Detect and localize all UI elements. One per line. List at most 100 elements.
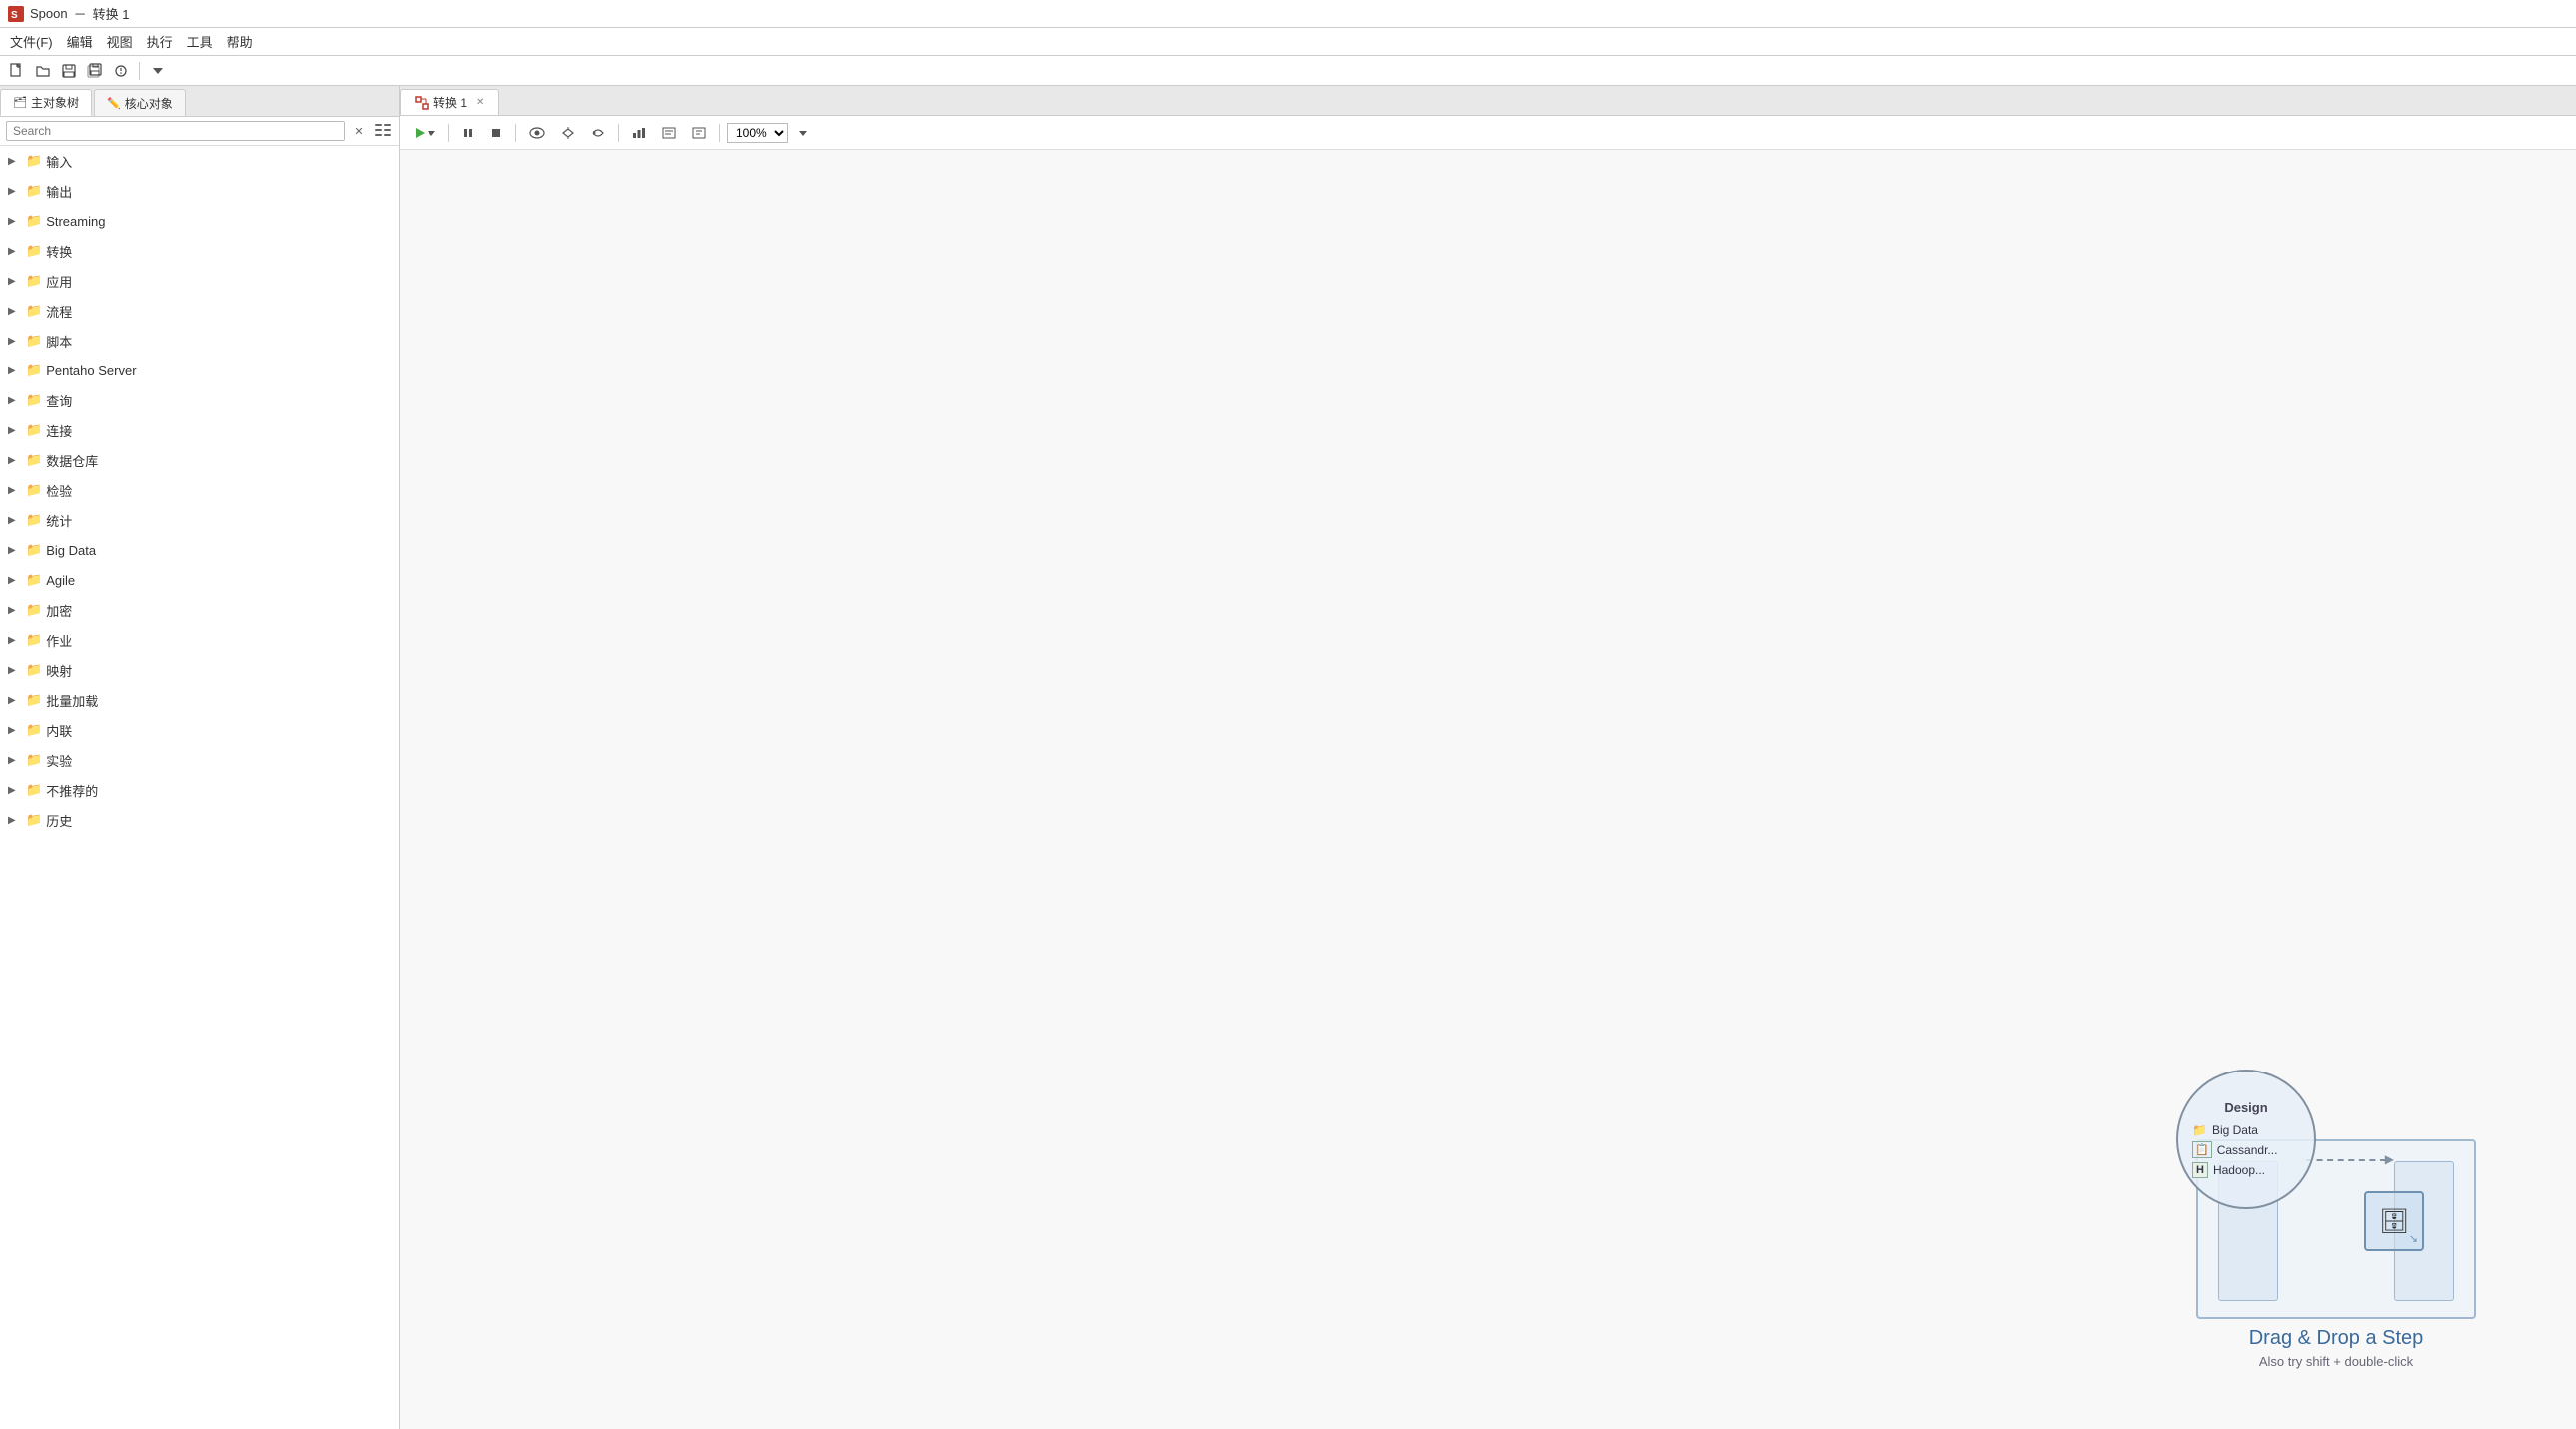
tree-arrow-job: ▶: [8, 635, 22, 646]
tree-label-output: 输出: [46, 182, 72, 201]
tree-item-query[interactable]: ▶ 📁 查询: [0, 385, 399, 415]
tree-item-inline[interactable]: ▶ 📁 内联: [0, 715, 399, 745]
canvas-run-btn[interactable]: [408, 122, 441, 144]
toolbar-extra[interactable]: [110, 60, 132, 82]
toolbar-save-all[interactable]: [84, 60, 106, 82]
canvas-stop-btn[interactable]: [484, 122, 508, 144]
main-layout: 🗂 主对象树 ✏️ 核心对象 ✕ ▶ 📁 输入 ▶ 📁: [0, 86, 2576, 1429]
tree-item-bulkload[interactable]: ▶ 📁 批量加载: [0, 685, 399, 715]
tree-item-transform[interactable]: ▶ 📁 转换: [0, 236, 399, 266]
canvas-preview-btn[interactable]: [523, 122, 551, 144]
folder-icon-experiment: 📁: [26, 752, 42, 768]
right-tab-bar: 转换 1 ✕: [400, 86, 2576, 116]
menu-help[interactable]: 帮助: [221, 30, 259, 53]
tree-item-streaming[interactable]: ▶ 📁 Streaming: [0, 206, 399, 236]
search-input[interactable]: [6, 121, 345, 141]
dnd-subtitle: Also try shift + double-click: [2176, 1354, 2496, 1369]
tree-item-input[interactable]: ▶ 📁 输入: [0, 146, 399, 176]
title-bar: S Spoon － 转换 1: [0, 0, 2576, 28]
tree-item-experiment[interactable]: ▶ 📁 实验: [0, 745, 399, 775]
tree-item-check[interactable]: ▶ 📁 检验: [0, 475, 399, 505]
tree-item-app[interactable]: ▶ 📁 应用: [0, 266, 399, 296]
tab-close-btn[interactable]: ✕: [476, 97, 484, 108]
canvas-replay-btn[interactable]: [585, 122, 611, 144]
tree-label-pentaho: Pentaho Server: [46, 363, 136, 378]
search-bar: ✕: [0, 117, 399, 146]
tree-label-experiment: 实验: [46, 751, 72, 770]
dnd-circle: Design 📁 Big Data 📋 Cassandr... H Hadoop…: [2176, 1070, 2316, 1209]
canvas-zoom-select[interactable]: 100% 75% 50% 125% 150%: [727, 123, 788, 143]
canvas-debug-btn[interactable]: [555, 122, 581, 144]
folder-icon-streaming: 📁: [26, 213, 42, 229]
menu-run[interactable]: 执行: [141, 30, 179, 53]
cassandra-icon: 📋: [2192, 1141, 2212, 1158]
tree-item-encrypt[interactable]: ▶ 📁 加密: [0, 595, 399, 625]
tree-label-deprecated: 不推荐的: [46, 781, 98, 800]
title-docname: 转换 1: [93, 4, 130, 23]
menu-view[interactable]: 视图: [101, 30, 139, 53]
toolbar-save[interactable]: [58, 60, 80, 82]
tree-item-mapping[interactable]: ▶ 📁 映射: [0, 655, 399, 685]
dnd-circle-item-bigdata: 📁 Big Data: [2192, 1123, 2300, 1137]
canvas-pause-btn[interactable]: [456, 122, 480, 144]
folder-icon-output: 📁: [26, 183, 42, 199]
canvas-export-btn[interactable]: [686, 122, 712, 144]
tree-item-history[interactable]: ▶ 📁 历史: [0, 805, 399, 835]
tree-arrow-connect: ▶: [8, 425, 22, 436]
menu-tools[interactable]: 工具: [181, 30, 219, 53]
search-list-btn[interactable]: [373, 121, 393, 141]
tab-main-objects[interactable]: 🗂 主对象树: [0, 89, 92, 116]
toolbar-open[interactable]: [32, 60, 54, 82]
tree-arrow-experiment: ▶: [8, 755, 22, 766]
tree-arrow-inline: ▶: [8, 725, 22, 736]
toolbar-new[interactable]: [6, 60, 28, 82]
tree-item-stats[interactable]: ▶ 📁 统计: [0, 505, 399, 535]
tree-item-connect[interactable]: ▶ 📁 连接: [0, 415, 399, 445]
tree-label-warehouse: 数据仓库: [46, 451, 98, 470]
canvas-zoom-dropdown[interactable]: [792, 122, 814, 144]
folder-icon-warehouse: 📁: [26, 452, 42, 468]
tree-item-bigdata[interactable]: ▶ 📁 Big Data: [0, 535, 399, 565]
right-panel: 转换 1 ✕: [400, 86, 2576, 1429]
folder-icon-query: 📁: [26, 392, 42, 408]
toolbar-dropdown[interactable]: [147, 60, 169, 82]
dnd-title: Drag & Drop a Step: [2176, 1327, 2496, 1350]
menu-edit[interactable]: 编辑: [61, 30, 99, 53]
transform-icon: [415, 96, 429, 110]
canvas-sep4: [719, 124, 720, 142]
core-objects-label: 核心对象: [125, 95, 173, 112]
tree-label-streaming: Streaming: [46, 214, 105, 229]
tree-arrow-warehouse: ▶: [8, 455, 22, 466]
tree-label-bigdata: Big Data: [46, 543, 96, 558]
folder-icon-stats: 📁: [26, 512, 42, 528]
folder-icon-check: 📁: [26, 482, 42, 498]
canvas-sep2: [515, 124, 516, 142]
tab-core-objects[interactable]: ✏️ 核心对象: [94, 89, 186, 116]
tree-arrow-pentaho: ▶: [8, 365, 22, 376]
folder-icon-encrypt: 📁: [26, 602, 42, 618]
right-tab-label: 转换 1: [433, 94, 467, 111]
tree-item-flow[interactable]: ▶ 📁 流程: [0, 296, 399, 326]
tree-label-inline: 内联: [46, 721, 72, 740]
folder-icon-app: 📁: [26, 273, 42, 289]
tree-item-script[interactable]: ▶ 📁 脚本: [0, 326, 399, 356]
tree-item-warehouse[interactable]: ▶ 📁 数据仓库: [0, 445, 399, 475]
tree-label-check: 检验: [46, 481, 72, 500]
folder-icon-deprecated: 📁: [26, 782, 42, 798]
menu-file[interactable]: 文件(F): [4, 30, 59, 53]
tree-arrow-app: ▶: [8, 276, 22, 287]
tree-arrow-check: ▶: [8, 485, 22, 496]
tree-arrow-query: ▶: [8, 395, 22, 406]
panel-tabs: 🗂 主对象树 ✏️ 核心对象: [0, 86, 399, 117]
canvas-log-btn[interactable]: [656, 122, 682, 144]
folder-icon-agile: 📁: [26, 572, 42, 588]
tree-item-output[interactable]: ▶ 📁 输出: [0, 176, 399, 206]
right-tab-transform1[interactable]: 转换 1 ✕: [400, 89, 499, 115]
tree-item-pentaho[interactable]: ▶ 📁 Pentaho Server: [0, 356, 399, 385]
tree-item-job[interactable]: ▶ 📁 作业: [0, 625, 399, 655]
canvas-stats-btn[interactable]: [626, 122, 652, 144]
tree-item-deprecated[interactable]: ▶ 📁 不推荐的: [0, 775, 399, 805]
canvas-area[interactable]: Design 📁 Big Data 📋 Cassandr... H Hadoop…: [400, 150, 2576, 1429]
search-clear-btn[interactable]: ✕: [349, 121, 369, 141]
tree-item-agile[interactable]: ▶ 📁 Agile: [0, 565, 399, 595]
